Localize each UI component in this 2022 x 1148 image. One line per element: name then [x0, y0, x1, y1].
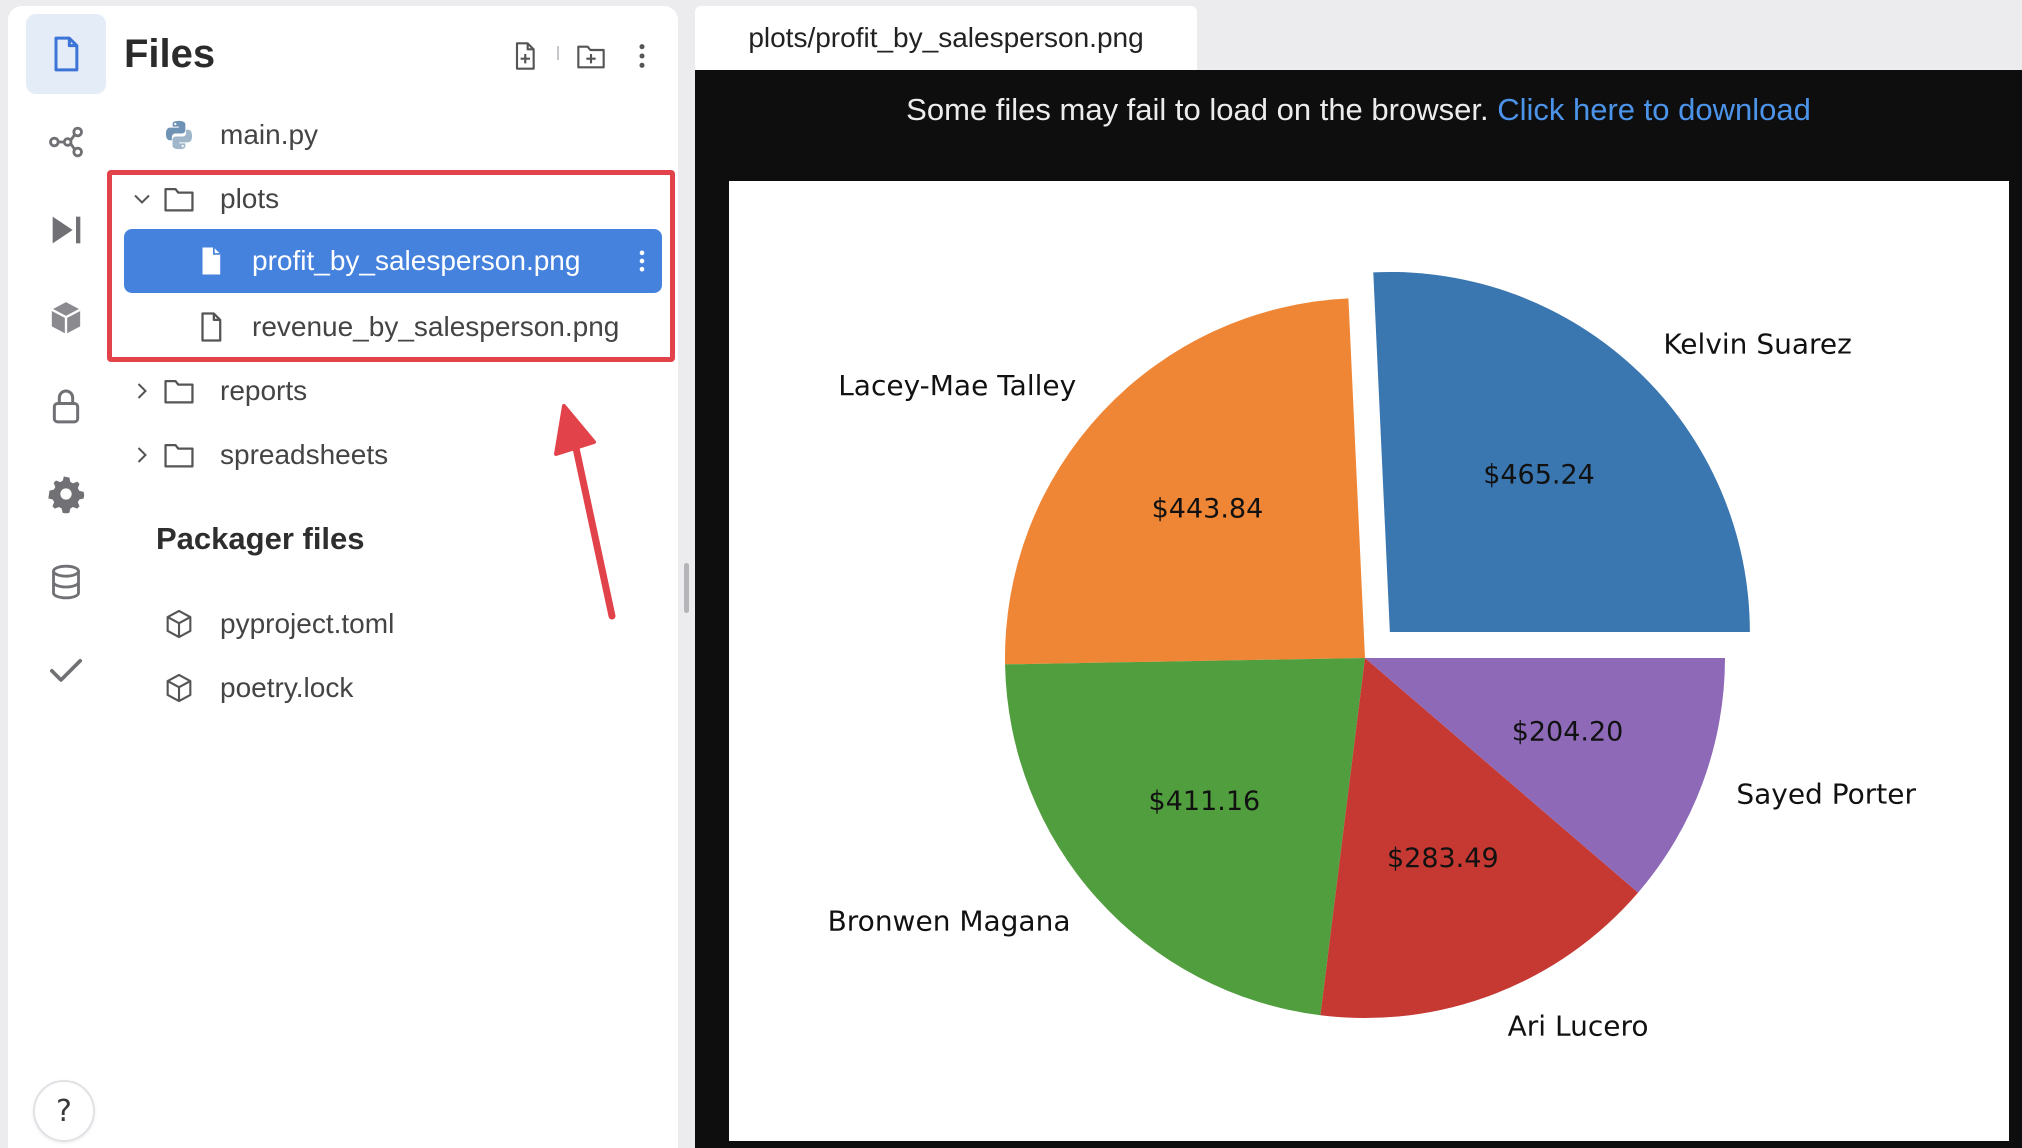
- more-vert-icon: [639, 44, 645, 68]
- package-outline-icon: [166, 609, 192, 639]
- pie-category-label: Ari Lucero: [1508, 1009, 1649, 1042]
- new-folder-button[interactable]: [569, 34, 613, 78]
- lock-icon: [52, 389, 80, 424]
- run-tool-button[interactable]: [26, 190, 106, 270]
- tree-item-label: spreadsheets: [220, 439, 389, 470]
- secrets-tool-button[interactable]: [26, 366, 106, 446]
- more-options-button[interactable]: [620, 34, 664, 78]
- image-frame: $465.24 Kelvin Suarez $443.84 Lacey-Mae Tal…: [729, 181, 2009, 1141]
- pie-value-label: $411.16: [1149, 786, 1261, 817]
- pie-slice-kelvin-suarez: [1373, 271, 1750, 632]
- gear-icon: [48, 476, 85, 514]
- share-tool-button[interactable]: [26, 102, 106, 182]
- checkmark-icon: [50, 659, 82, 682]
- tests-tool-button[interactable]: [26, 630, 106, 710]
- notice-text: Some files may fail to load on the brows…: [906, 92, 1489, 127]
- database-tool-button[interactable]: [26, 542, 106, 622]
- files-tool-button[interactable]: [26, 14, 106, 94]
- share-graph-icon: [49, 126, 83, 158]
- tab-preview[interactable]: plots/profit_by_salesperson.png: [695, 6, 1197, 70]
- header-divider: [557, 46, 559, 60]
- pie-value-label: $443.84: [1152, 494, 1264, 525]
- folder-icon: [164, 443, 194, 468]
- file-icon: [54, 36, 79, 72]
- tree-item-poetry-lock[interactable]: poetry.lock: [120, 658, 660, 718]
- tree-item-label: pyproject.toml: [220, 608, 395, 639]
- packager-files-title: Packager files: [156, 521, 365, 556]
- chevron-right-icon: [137, 383, 147, 399]
- pie-category-label: Kelvin Suarez: [1663, 328, 1851, 361]
- tree-item-main-py[interactable]: main.py: [120, 105, 660, 165]
- run-step-icon: [52, 216, 81, 244]
- package-icon: [51, 302, 81, 334]
- new-folder-icon: [577, 45, 605, 69]
- pie-slice-bronwen-magana: [1005, 658, 1365, 1016]
- package-outline-icon: [166, 673, 192, 703]
- pie-value-label: $283.49: [1387, 843, 1499, 874]
- pie-chart: $465.24 Kelvin Suarez $443.84 Lacey-Mae Tal…: [828, 271, 1916, 1042]
- database-icon: [52, 564, 80, 600]
- pie-slice-lacey-mae-talley: [1005, 298, 1365, 665]
- help-button[interactable]: ?: [33, 1080, 95, 1142]
- settings-tool-button[interactable]: [26, 454, 106, 534]
- python-icon: [165, 120, 193, 150]
- chevron-right-icon: [137, 447, 147, 463]
- pie-category-label: Lacey-Mae Talley: [838, 369, 1076, 402]
- new-file-icon: [515, 42, 535, 70]
- highlight-box: [107, 170, 675, 362]
- tree-item-label: main.py: [220, 119, 319, 150]
- panel-resize-handle[interactable]: [684, 563, 689, 613]
- folder-icon: [164, 379, 194, 404]
- pie-value-label: $204.20: [1512, 717, 1624, 748]
- annotation-arrow: [554, 404, 616, 620]
- new-file-button[interactable]: [503, 34, 547, 78]
- pie-value-label: $465.24: [1483, 459, 1595, 490]
- image-viewer: Some files may fail to load on the brows…: [695, 70, 2022, 1148]
- pie-category-label: Bronwen Magana: [828, 905, 1071, 938]
- browser-notice: Some files may fail to load on the brows…: [695, 92, 2022, 128]
- panel-title: Files: [124, 32, 216, 76]
- tree-item-label: poetry.lock: [220, 672, 354, 703]
- pie-category-label: Sayed Porter: [1736, 778, 1916, 811]
- tree-item-label: reports: [220, 375, 308, 406]
- packages-tool-button[interactable]: [26, 278, 106, 358]
- download-link[interactable]: Click here to download: [1497, 92, 1811, 127]
